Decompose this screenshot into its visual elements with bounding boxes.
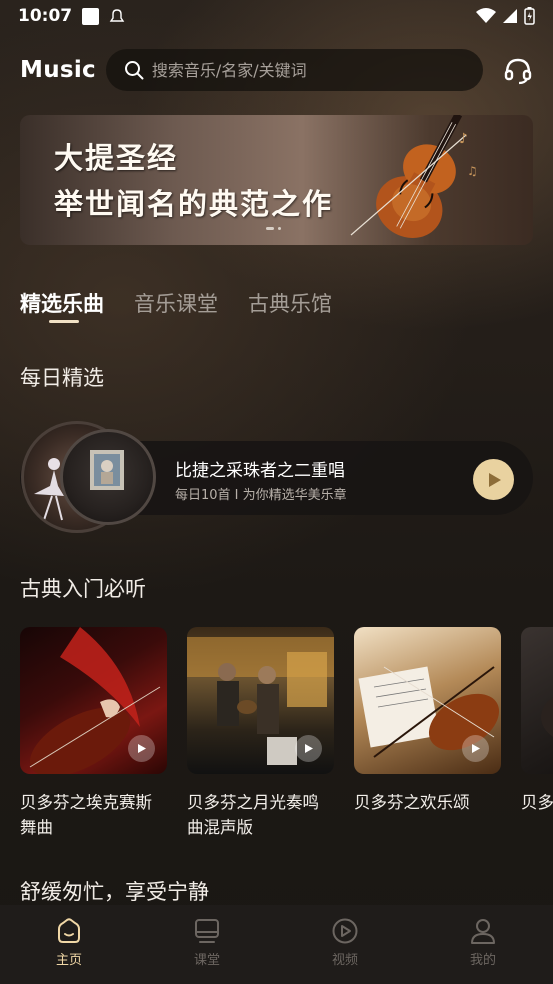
banner-dot-active xyxy=(266,227,274,230)
nav-profile-label: 我的 xyxy=(469,953,496,968)
play-icon xyxy=(138,744,146,753)
card-title: 贝多芬之…乐第… xyxy=(521,793,553,812)
banner-title: 大提圣经 xyxy=(54,141,179,175)
card-play-button[interactable] xyxy=(462,735,489,762)
section-title-relax: 舒缓匆忙，享受宁静 xyxy=(20,880,209,904)
nav-profile[interactable]: 我的 xyxy=(414,905,552,984)
classics-list: 贝多芬之埃克赛斯舞曲 贝多芬之月光奏鸣曲混声版 贝多芬之欢乐颂 贝多 xyxy=(20,627,553,847)
svg-text:♫: ♫ xyxy=(467,164,478,178)
video-icon xyxy=(332,918,358,944)
nav-video-label: 视频 xyxy=(331,953,358,968)
bottom-navigation: 主页 课堂 视频 我的 xyxy=(0,905,553,984)
card-play-button[interactable] xyxy=(128,735,155,762)
list-item[interactable]: 贝多芬之…乐第… xyxy=(521,627,553,815)
card-title: 贝多芬之埃克赛斯舞曲 xyxy=(20,793,152,837)
tab-selected-music[interactable]: 精选乐曲 xyxy=(20,288,104,318)
daily-track-title: 比捷之采珠者之二重唱 xyxy=(175,461,345,481)
status-time: 10:07 xyxy=(18,6,73,26)
card-title: 贝多芬之欢乐颂 xyxy=(354,793,470,812)
list-item[interactable]: 贝多芬之欢乐颂 xyxy=(354,627,501,815)
instrument-dark-image xyxy=(541,697,553,737)
cover-image xyxy=(187,627,334,774)
section-title-daily: 每日精选 xyxy=(20,366,104,390)
app-logo: Music xyxy=(20,57,96,83)
daily-track-subtitle: 每日10首 I 为你精选华美乐章 xyxy=(175,488,347,503)
album-cover-image xyxy=(90,450,124,490)
tab-indicator xyxy=(49,320,79,323)
tab-music-class[interactable]: 音乐课堂 xyxy=(134,288,218,318)
search-bar[interactable] xyxy=(105,49,484,91)
violin-illustration: ♪ ♫ xyxy=(350,115,478,238)
cover-image xyxy=(20,627,167,774)
wifi-icon xyxy=(476,8,496,23)
play-icon xyxy=(472,744,480,753)
notification-square-icon xyxy=(82,7,100,25)
daily-play-button[interactable] xyxy=(473,459,514,500)
album-disc-front xyxy=(60,429,156,525)
nav-classroom[interactable]: 课堂 xyxy=(138,905,276,984)
section-title-classics: 古典入门必听 xyxy=(20,577,146,601)
tab-classical-hall[interactable]: 古典乐馆 xyxy=(248,288,332,318)
banner-subtitle: 举世闻名的典范之作 xyxy=(54,187,334,221)
nav-classroom-label: 课堂 xyxy=(193,953,220,968)
banner-dot xyxy=(278,227,281,230)
customer-service-button[interactable] xyxy=(501,53,535,87)
banner-pagination xyxy=(266,227,281,230)
notification-icon xyxy=(109,9,125,22)
nav-home-label: 主页 xyxy=(55,953,82,968)
list-item[interactable]: 贝多芬之月光奏鸣曲混声版 xyxy=(187,627,334,840)
play-icon xyxy=(488,472,501,487)
search-icon xyxy=(124,61,144,80)
nav-home[interactable]: 主页 xyxy=(0,905,138,984)
headset-icon xyxy=(504,58,532,85)
app-header: Music xyxy=(20,48,535,92)
nav-video[interactable]: 视频 xyxy=(276,905,414,984)
status-bar: 10:07 xyxy=(0,0,553,32)
promo-banner[interactable]: 大提圣经 举世闻名的典范之作 ♪ ♫ xyxy=(20,115,533,245)
classroom-icon xyxy=(195,919,219,943)
category-tabs: 精选乐曲 音乐课堂 古典乐馆 xyxy=(20,288,332,318)
svg-text:♪: ♪ xyxy=(459,131,468,147)
home-icon xyxy=(58,918,80,943)
card-title: 贝多芬之月光奏鸣曲混声版 xyxy=(187,793,319,837)
signal-icon xyxy=(503,9,517,23)
list-item[interactable]: 贝多芬之埃克赛斯舞曲 xyxy=(20,627,167,840)
cover-image xyxy=(521,627,553,774)
battery-icon xyxy=(524,7,535,25)
card-play-button[interactable] xyxy=(295,735,322,762)
profile-icon xyxy=(471,919,495,944)
play-icon xyxy=(305,744,313,753)
cover-image xyxy=(354,627,501,774)
search-input[interactable] xyxy=(151,60,472,80)
